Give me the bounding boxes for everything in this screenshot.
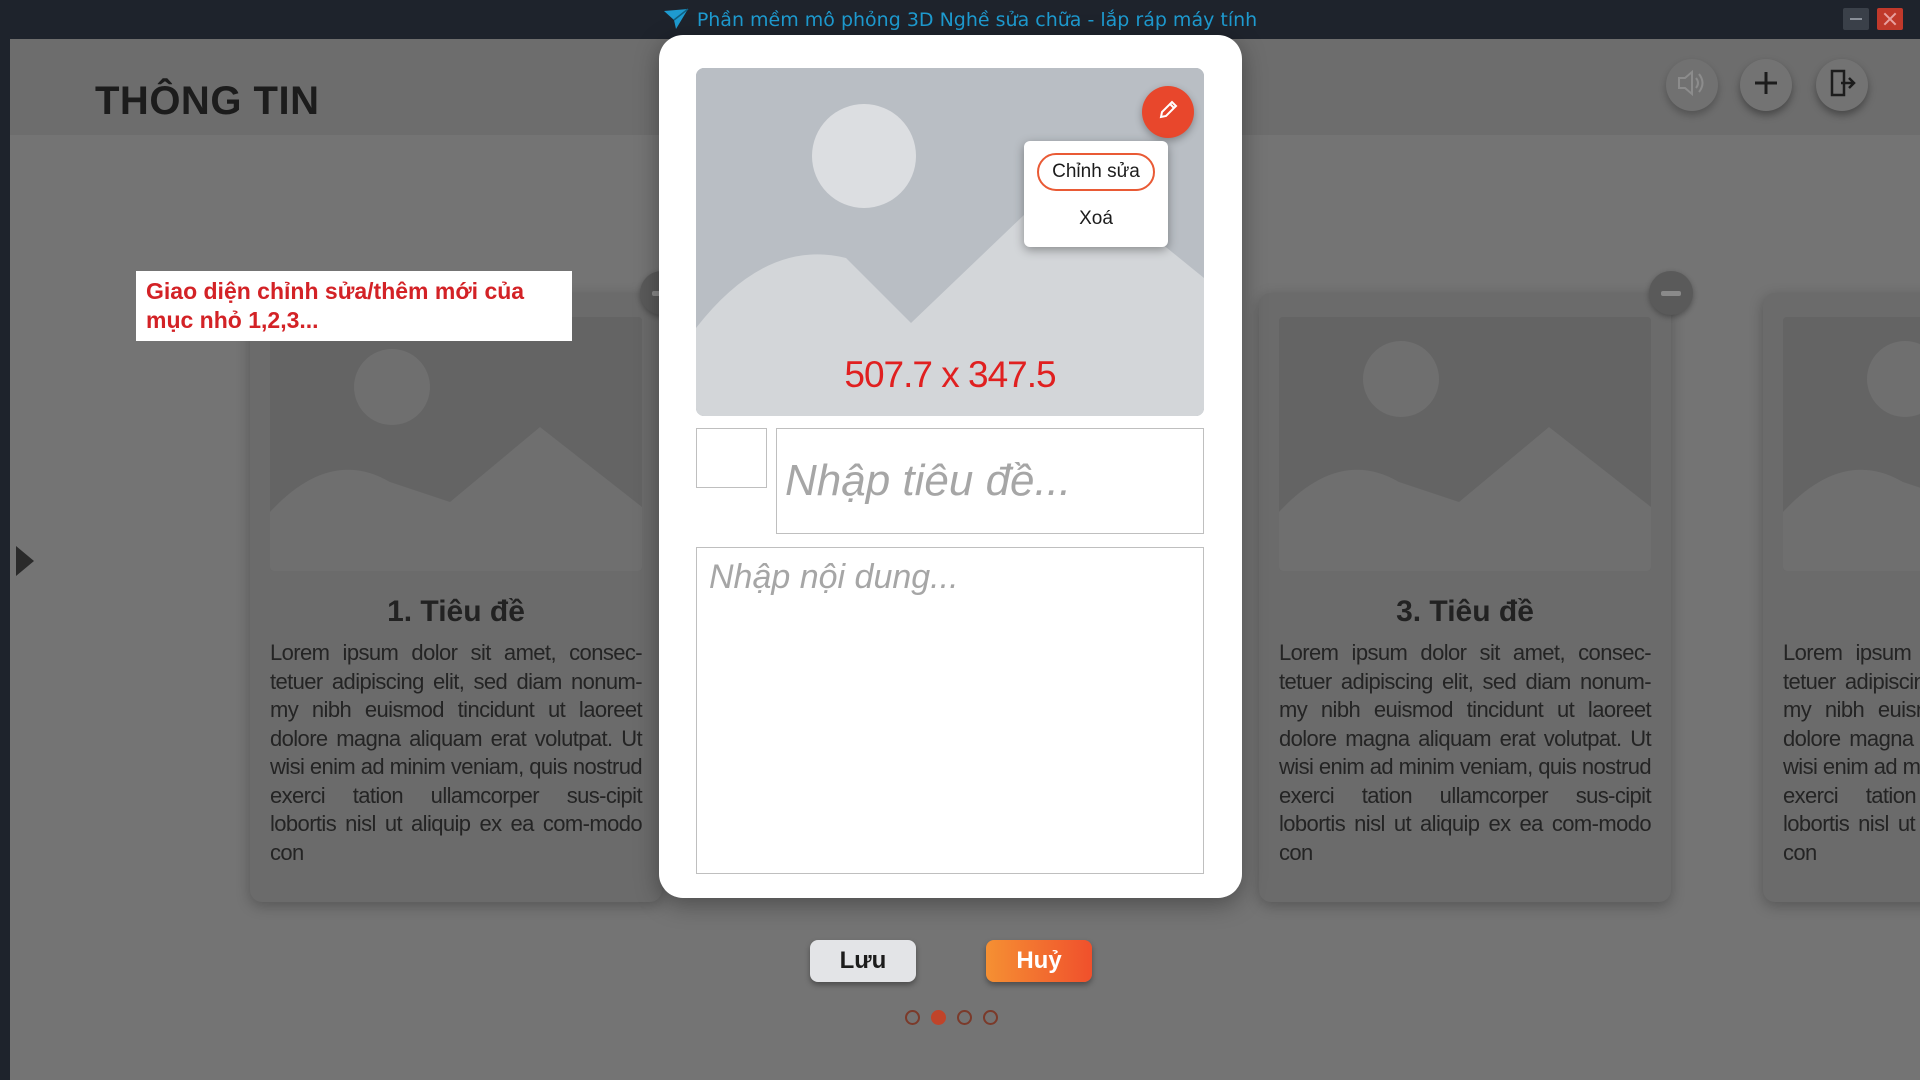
- window-titlebar: Phần mềm mô phỏng 3D Nghề sửa chữa - lắp…: [0, 0, 1920, 39]
- window-title: Phần mềm mô phỏng 3D Nghề sửa chữa - lắp…: [696, 9, 1258, 31]
- card-title: 3. Tiêu đề: [1396, 595, 1534, 628]
- exit-button[interactable]: [1816, 59, 1868, 111]
- speaker-icon: [1676, 68, 1708, 102]
- add-button[interactable]: [1740, 59, 1792, 111]
- close-window-button[interactable]: [1877, 8, 1903, 30]
- minus-icon[interactable]: [1649, 271, 1693, 315]
- cancel-button[interactable]: Huỷ: [986, 940, 1092, 982]
- minimize-button[interactable]: [1843, 8, 1869, 30]
- card-text: Lorem ipsum dolor sit amet, consec-tetue…: [1279, 640, 1652, 865]
- edit-item-modal: 507.7 x 347.5 Chỉnh sửa Xoá: [659, 35, 1242, 898]
- prev-arrow-icon[interactable]: [16, 546, 34, 576]
- pencil-icon: [1157, 99, 1179, 125]
- annotation-note: Giao diện chỉnh sửa/thêm mới của mục nhỏ…: [136, 271, 572, 341]
- item-number-field[interactable]: [696, 428, 767, 488]
- edit-image-button[interactable]: [1142, 86, 1194, 138]
- sound-button[interactable]: [1666, 59, 1718, 111]
- pagination-dot[interactable]: [983, 1010, 998, 1025]
- info-card[interactable]: 4. Lorem ipsum dolor sit amet, consec-te…: [1763, 293, 1920, 902]
- image-size-label: 507.7 x 347.5: [844, 354, 1056, 395]
- card-image-placeholder: [270, 317, 642, 571]
- plus-icon: [1753, 70, 1779, 100]
- paper-plane-icon: [663, 8, 689, 35]
- card-title: 4.: [1763, 595, 1920, 629]
- save-button[interactable]: Lưu: [810, 940, 916, 982]
- card-text: Lorem ipsum dolor sit amet, consec-tetue…: [1783, 640, 1920, 865]
- info-card[interactable]: 3. Tiêu đề Lorem ipsum dolor sit amet, c…: [1259, 271, 1693, 902]
- card-title: 1. Tiêu đề: [387, 595, 525, 628]
- pagination-dot[interactable]: [931, 1010, 946, 1025]
- exit-door-icon: [1827, 68, 1857, 102]
- title-input[interactable]: [776, 428, 1204, 534]
- card-image-placeholder: [1279, 317, 1651, 571]
- pagination-dot[interactable]: [905, 1010, 920, 1025]
- menu-item-edit[interactable]: Chỉnh sửa: [1037, 153, 1155, 191]
- pagination-dot[interactable]: [957, 1010, 972, 1025]
- info-card[interactable]: 1. Tiêu đề Lorem ipsum dolor sit amet, c…: [250, 271, 684, 902]
- image-context-menu: Chỉnh sửa Xoá: [1024, 141, 1168, 247]
- content-input[interactable]: [696, 547, 1204, 874]
- window-title-wrap: Phần mềm mô phỏng 3D Nghề sửa chữa - lắp…: [0, 8, 1920, 35]
- page-title: THÔNG TIN: [95, 79, 320, 123]
- card-text: Lorem ipsum dolor sit amet, consec-tetue…: [270, 640, 643, 865]
- menu-item-delete[interactable]: Xoá: [1037, 203, 1155, 235]
- pagination-dots: [905, 1010, 998, 1030]
- card-image-placeholder: [1783, 317, 1920, 571]
